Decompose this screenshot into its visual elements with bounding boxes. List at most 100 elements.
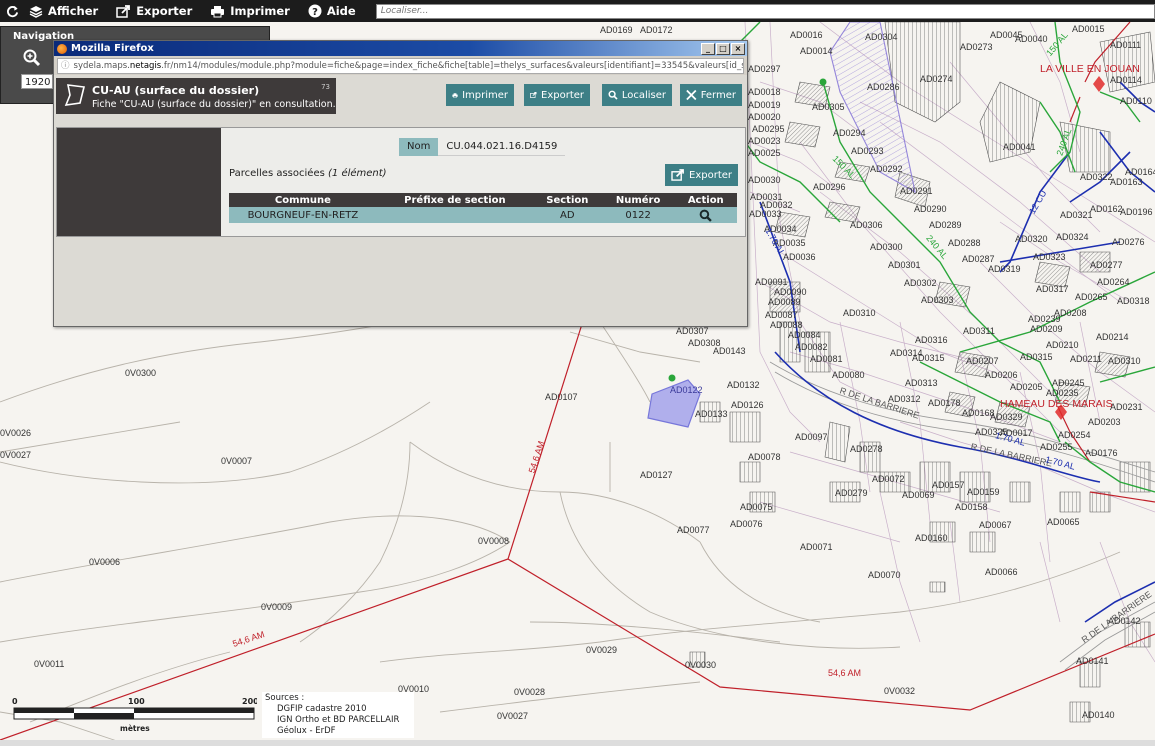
url-domain: netagis [129, 61, 162, 71]
zoom-in-icon[interactable] [23, 49, 41, 67]
parcel-label: AD0245 [1052, 378, 1085, 388]
parcel-label: AD0206 [985, 370, 1018, 380]
window-titlebar[interactable]: Mozilla Firefox _ □ × [54, 41, 747, 56]
parcel-label: AD0290 [914, 204, 947, 214]
window-title: Mozilla Firefox [71, 43, 154, 54]
exporter-parcels-button[interactable]: Exporter [665, 164, 738, 186]
parcel-label: AD0025 [748, 148, 781, 158]
scale-bar: 0 100 200 mètres [12, 697, 257, 733]
scale-input[interactable]: 1920 [21, 74, 53, 89]
parcel-label: AD0169 [600, 25, 633, 35]
power-line-label: 54,6 AM [828, 668, 862, 678]
imprimer-button[interactable]: Imprimer [204, 0, 302, 22]
url-bar[interactable]: ⓘ sydela.maps.netagis.fr/nm14/modules/mo… [57, 58, 744, 74]
parcel-label: AD0157 [932, 480, 965, 490]
scale-tick-0: 0 [12, 697, 18, 706]
search-input[interactable] [375, 3, 1155, 19]
fiche-side-panel [57, 128, 221, 236]
section-label: 0V0027 [497, 711, 529, 721]
parcel-label: AD0302 [904, 278, 937, 288]
sources-heading: Sources : [265, 693, 305, 703]
parcel-label: AD0274 [920, 74, 953, 84]
parcel-label: AD0097 [795, 432, 828, 442]
parcel-label: AD0305 [812, 102, 845, 112]
fiche-title: CU-AU (surface du dossier) [92, 84, 260, 97]
exporter-fiche-button[interactable]: Exporter [524, 84, 590, 106]
afficher-button[interactable]: Afficher [23, 0, 110, 22]
parcel-label: AD0015 [1072, 24, 1105, 34]
table-row[interactable]: BOURGNEUF-EN-RETZ AD 0122 [229, 207, 737, 223]
parcel-label: AD0132 [727, 380, 760, 390]
parcel-label: AD0311 [963, 326, 995, 336]
parcel-label: AD0273 [960, 42, 993, 52]
parcel-label: AD0178 [928, 398, 961, 408]
parcel-label: AD0076 [730, 519, 763, 529]
info-icon: ⓘ [61, 61, 70, 71]
parcel-label: AD0317 [1036, 284, 1069, 294]
column-header-numero: Numéro [601, 193, 675, 207]
parcel-label: AD0322 [1080, 172, 1113, 182]
parcel-label: AD0316 [915, 335, 948, 345]
parcel-label: AD0203 [1088, 417, 1121, 427]
parcel-label-selected: AD0122 [670, 385, 703, 395]
localiser-button[interactable]: Localiser [602, 84, 672, 106]
parcel-label: AD0300 [870, 242, 903, 252]
parcel-label: AD0158 [955, 502, 988, 512]
fiche-body: Nom CU.044.021.16.D4159 Parcelles associ… [56, 127, 746, 237]
parcel-label: AD0306 [850, 220, 883, 230]
section-label: 0V0027 [0, 450, 32, 460]
column-header-section: Section [532, 193, 602, 207]
parcel-label: AD0091 [755, 277, 788, 287]
source-item: IGN Ortho et BD PARCELLAIR [277, 715, 400, 725]
imprimer-fiche-label: Imprimer [462, 89, 508, 101]
parcel-label: AD0159 [967, 487, 1000, 497]
parcel-label: AD0313 [905, 378, 938, 388]
parcel-label: AD0279 [835, 488, 868, 498]
parcel-label: AD0277 [1090, 260, 1123, 270]
url-prefix: sydela.maps. [73, 61, 130, 71]
sources-box: Sources : DGFIP cadastre 2010 IGN Ortho … [262, 692, 414, 738]
parcel-label: AD0088 [770, 320, 803, 330]
fiche-header: CU-AU (surface du dossier) Fiche "CU-AU … [56, 78, 336, 114]
nom-field: Nom CU.044.021.16.D4159 [399, 138, 566, 156]
parcel-label: AD0041 [1003, 142, 1036, 152]
parcel-label: AD0324 [1056, 232, 1089, 242]
parcel-label: AD0023 [748, 136, 781, 146]
parcel-label: AD0211 [1070, 354, 1102, 364]
parcel-label: AD0209 [1030, 324, 1063, 334]
source-item: DGFIP cadastre 2010 [277, 704, 367, 714]
parcel-label: AD0081 [810, 354, 843, 364]
cell-numero: 0122 [601, 207, 675, 223]
section-label: 0V0030 [685, 660, 717, 670]
parcel-label: AD0301 [888, 260, 921, 270]
parcel-label: AD0287 [962, 254, 995, 264]
parcel-label: AD0069 [902, 490, 935, 500]
minimize-button[interactable]: _ [701, 42, 715, 55]
section-label: 0V0028 [514, 687, 546, 697]
close-button[interactable]: × [731, 42, 745, 55]
parcel-label: AD0276 [1112, 237, 1145, 247]
aide-button[interactable]: ? Aide [302, 0, 368, 22]
section-label: 0V0032 [884, 686, 916, 696]
search-icon[interactable] [699, 209, 713, 222]
parcel-label: AD0126 [731, 400, 764, 410]
parcel-label: AD0111 [1110, 40, 1142, 50]
parcel-label: AD0066 [985, 567, 1018, 577]
fermer-button[interactable]: Fermer [680, 84, 742, 106]
surface-shape-icon [64, 84, 85, 106]
firefox-logo-icon [57, 43, 67, 54]
fiche-badge: 73 [321, 83, 330, 91]
svg-text:?: ? [312, 7, 318, 18]
maximize-button[interactable]: □ [716, 42, 730, 55]
exporter-button[interactable]: Exporter [110, 0, 204, 22]
cell-commune: BOURGNEUF-EN-RETZ [229, 207, 377, 223]
parcel-label: AD0080 [832, 370, 865, 380]
refresh-button[interactable] [0, 0, 23, 22]
export-icon [671, 169, 684, 181]
source-item: Géolux - ErDF [277, 726, 336, 736]
parcel-label: AD0318 [1117, 296, 1150, 306]
imprimer-fiche-button[interactable]: Imprimer [446, 84, 514, 106]
section-label: 0V0007 [221, 456, 253, 466]
parcel-label: AD0265 [1075, 292, 1108, 302]
exporter-label: Exporter [136, 4, 193, 18]
